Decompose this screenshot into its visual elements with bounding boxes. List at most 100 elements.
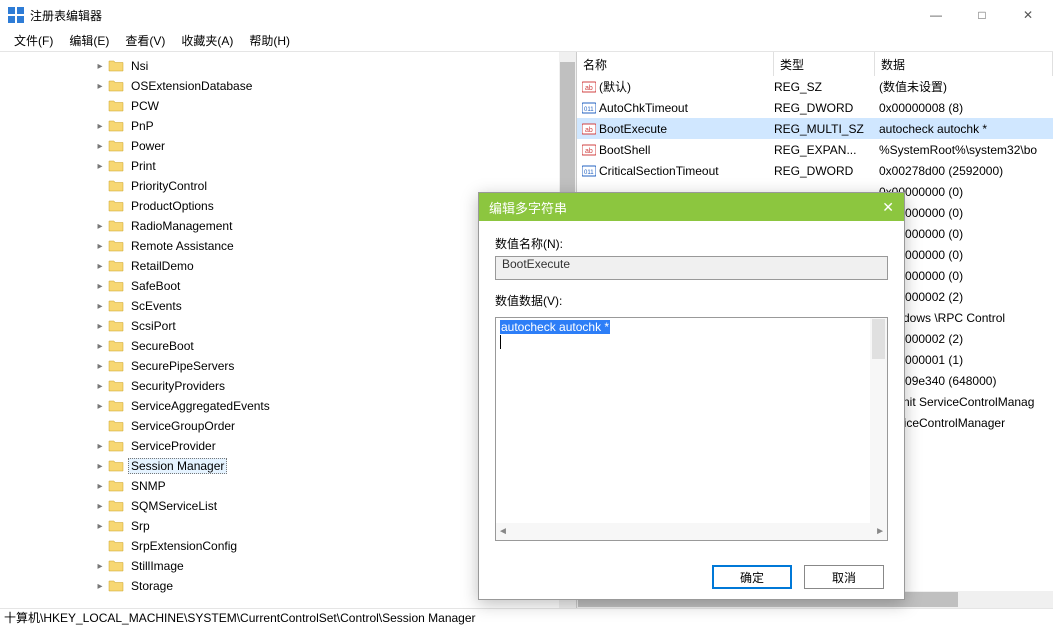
menu-favorites[interactable]: 收藏夹(A) [173, 30, 241, 51]
ok-button[interactable]: 确定 [712, 565, 792, 589]
string-value-icon: ab [577, 143, 597, 157]
string-value-icon: ab [577, 80, 597, 94]
dialog-close-icon[interactable]: ✕ [882, 199, 894, 216]
chevron-icon[interactable]: ▸ [92, 61, 108, 72]
value-row[interactable]: 011CriticalSectionTimeoutREG_DWORD0x0027… [577, 160, 1053, 181]
tree-item-label: Storage [128, 578, 176, 594]
value-type: REG_MULTI_SZ [774, 122, 875, 136]
value-name: AutoChkTimeout [597, 101, 774, 115]
chevron-icon[interactable]: ▸ [92, 281, 108, 292]
chevron-icon[interactable]: ▸ [92, 301, 108, 312]
tree-item-label: OSExtensionDatabase [128, 78, 255, 94]
value-data-label: 数值数据(V): [495, 292, 888, 309]
menu-view[interactable]: 查看(V) [117, 30, 173, 51]
folder-icon [108, 238, 124, 254]
value-type: REG_DWORD [774, 164, 875, 178]
chevron-icon[interactable]: ▸ [92, 341, 108, 352]
close-button[interactable]: ✕ [1005, 0, 1051, 30]
menu-file[interactable]: 文件(F) [6, 30, 61, 51]
header-type[interactable]: 类型 [774, 52, 875, 76]
tree-item[interactable]: ▸ OSExtensionDatabase [0, 76, 576, 96]
chevron-icon[interactable]: ▸ [92, 521, 108, 532]
menu-help[interactable]: 帮助(H) [241, 30, 298, 51]
menu-edit[interactable]: 编辑(E) [61, 30, 117, 51]
titlebar: 注册表编辑器 — □ ✕ [0, 0, 1053, 30]
tree-item-label: StillImage [128, 558, 187, 574]
folder-icon [108, 358, 124, 374]
svg-text:011: 011 [584, 107, 594, 113]
chevron-icon[interactable]: ▸ [92, 581, 108, 592]
chevron-icon[interactable]: ▸ [92, 561, 108, 572]
tree-item[interactable]: PCW [0, 96, 576, 116]
value-name: CriticalSectionTimeout [597, 164, 774, 178]
value-data-textarea[interactable]: autocheck autochk * ◄► [495, 317, 888, 541]
value-type: REG_SZ [774, 80, 875, 94]
cancel-button[interactable]: 取消 [804, 565, 884, 589]
chevron-icon[interactable]: ▸ [92, 501, 108, 512]
tree-item-label: RetailDemo [128, 258, 197, 274]
svg-text:ab: ab [585, 85, 593, 92]
chevron-icon[interactable]: ▸ [92, 241, 108, 252]
tree-item[interactable]: ▸Print [0, 156, 576, 176]
tree-item-label: ProductOptions [128, 198, 217, 214]
header-name[interactable]: 名称 [577, 52, 774, 76]
folder-icon [108, 118, 124, 134]
tree-item[interactable]: ▸PnP [0, 116, 576, 136]
value-name-label: 数值名称(N): [495, 235, 888, 252]
value-data: %SystemRoot%\system32\bo [875, 143, 1053, 157]
chevron-icon[interactable]: ▸ [92, 481, 108, 492]
tree-item-label: SecurityProviders [128, 378, 228, 394]
tree-item-label: SecurePipeServers [128, 358, 237, 374]
tree-item-label: SQMServiceList [128, 498, 220, 514]
folder-icon [108, 218, 124, 234]
tree-item-label: RadioManagement [128, 218, 235, 234]
chevron-icon[interactable]: ▸ [92, 461, 108, 472]
chevron-icon[interactable]: ▸ [92, 161, 108, 172]
chevron-icon[interactable]: ▸ [92, 381, 108, 392]
scrollbar-thumb[interactable] [872, 319, 885, 359]
tree-item-label: ServiceProvider [128, 438, 219, 454]
textarea-selected-line: autocheck autochk * [500, 320, 610, 334]
header-data[interactable]: 数据 [875, 52, 1053, 76]
folder-icon [108, 298, 124, 314]
tree-item[interactable]: ▸Power [0, 136, 576, 156]
text-caret [500, 335, 501, 349]
value-data: 0x00000008 (8) [875, 101, 1053, 115]
chevron-icon[interactable]: ▸ [92, 441, 108, 452]
folder-icon [108, 138, 124, 154]
textarea-hscrollbar[interactable]: ◄► [496, 523, 887, 540]
value-name-input[interactable]: BootExecute [495, 256, 888, 280]
dialog-header[interactable]: 编辑多字符串 ✕ [479, 193, 904, 221]
value-row[interactable]: abBootExecuteREG_MULTI_SZautocheck autoc… [577, 118, 1053, 139]
minimize-button[interactable]: — [913, 0, 959, 30]
binary-value-icon: 011 [577, 164, 597, 178]
tree-item-label: Srp [128, 518, 153, 534]
status-bar: 十算机\HKEY_LOCAL_MACHINE\SYSTEM\CurrentCon… [0, 608, 1053, 626]
tree-item-label: ScsiPort [128, 318, 179, 334]
chevron-icon[interactable]: ▸ [92, 361, 108, 372]
chevron-icon[interactable]: ▸ [92, 321, 108, 332]
tree-item-label: ServiceGroupOrder [128, 418, 238, 434]
chevron-icon[interactable]: ▸ [92, 401, 108, 412]
folder-icon [108, 338, 124, 354]
chevron-icon[interactable]: ▸ [92, 261, 108, 272]
value-row[interactable]: abBootShellREG_EXPAN...%SystemRoot%\syst… [577, 139, 1053, 160]
value-data: autocheck autochk * [875, 122, 1053, 136]
tree-item-label: ServiceAggregatedEvents [128, 398, 273, 414]
chevron-icon[interactable]: ▸ [92, 121, 108, 132]
folder-icon [108, 458, 124, 474]
scroll-right-icon[interactable]: ► [875, 526, 885, 537]
tree-item[interactable]: ▸Nsi [0, 56, 576, 76]
value-row[interactable]: 011AutoChkTimeoutREG_DWORD0x00000008 (8) [577, 97, 1053, 118]
maximize-button[interactable]: □ [959, 0, 1005, 30]
folder-icon [108, 478, 124, 494]
window-title: 注册表编辑器 [30, 7, 102, 24]
chevron-icon[interactable]: ▸ [92, 141, 108, 152]
chevron-icon[interactable]: ▸ [92, 221, 108, 232]
tree-item-label: SrpExtensionConfig [128, 538, 240, 554]
value-row[interactable]: ab(默认)REG_SZ(数值未设置) [577, 76, 1053, 97]
textarea-vscrollbar[interactable] [870, 318, 887, 523]
chevron-icon[interactable]: ▸ [92, 81, 108, 92]
scroll-left-icon[interactable]: ◄ [498, 526, 508, 537]
window-buttons: — □ ✕ [913, 0, 1051, 30]
